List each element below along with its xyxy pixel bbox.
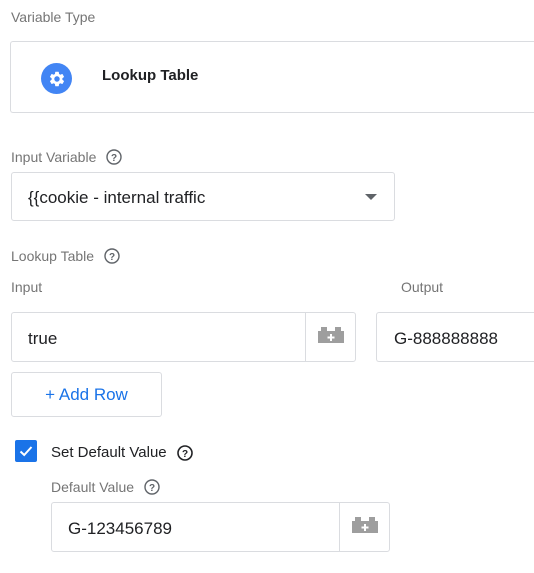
lookup-table-heading: Lookup Table ?	[11, 248, 120, 264]
checkmark-icon	[19, 446, 33, 457]
default-value-checkbox[interactable]	[15, 440, 37, 462]
default-value-checkbox-label[interactable]: Set Default Value	[51, 444, 167, 461]
default-value-field[interactable]: G-123456789	[51, 502, 390, 552]
lego-brick-icon	[317, 326, 345, 349]
help-icon[interactable]: ?	[176, 444, 193, 461]
svg-text:?: ?	[111, 153, 117, 164]
lookup-table-label: Lookup Table	[11, 248, 95, 264]
variable-type-card[interactable]: Lookup Table	[10, 41, 534, 113]
variable-type-name: Lookup Table	[102, 67, 199, 84]
input-variable-heading: Input Variable ?	[11, 149, 123, 165]
output-column-header: Output	[401, 279, 444, 295]
variable-picker-button[interactable]	[305, 313, 355, 361]
lookup-input-field[interactable]: true	[11, 312, 356, 362]
chevron-down-icon	[365, 194, 377, 200]
variable-picker-button[interactable]	[339, 503, 389, 551]
help-icon[interactable]: ?	[144, 479, 160, 495]
help-icon[interactable]: ?	[106, 149, 123, 165]
add-row-label: + Add Row	[45, 384, 128, 404]
input-variable-label: Input Variable	[11, 149, 97, 165]
lookup-output-field[interactable]: G-888888888	[376, 312, 534, 362]
variable-type-label: Variable Type	[11, 9, 96, 25]
svg-text:?: ?	[109, 252, 115, 263]
svg-text:?: ?	[182, 448, 188, 459]
svg-text:?: ?	[149, 483, 155, 494]
input-column-header: Input	[11, 279, 43, 295]
help-icon[interactable]: ?	[104, 248, 120, 264]
default-value-value: G-123456789	[68, 519, 172, 538]
default-value-checkbox-row: Set Default Value ?	[51, 444, 193, 461]
add-row-button[interactable]: + Add Row	[11, 372, 162, 417]
default-value-label: Default Value	[51, 479, 135, 495]
lookup-output-value: G-888888888	[394, 329, 498, 348]
input-variable-select[interactable]: {{cookie - internal traffic	[11, 172, 395, 221]
lego-brick-icon	[351, 516, 379, 539]
default-value-heading: Default Value ?	[51, 479, 160, 495]
lookup-input-value: true	[28, 329, 58, 348]
gear-icon	[41, 63, 72, 94]
input-variable-value: {{cookie - internal traffic	[28, 188, 206, 207]
